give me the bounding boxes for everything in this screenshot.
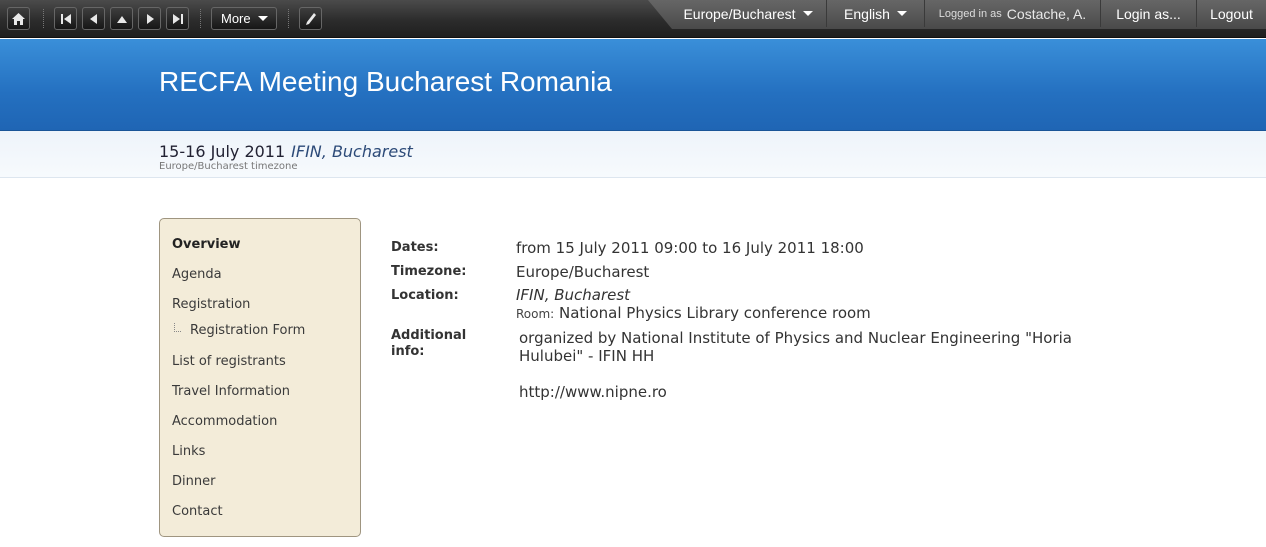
up-icon <box>116 15 127 23</box>
dates-label: Dates: <box>391 240 439 255</box>
event-subheader: 15-16 July 2011 IFIN, Bucharest Europe/Bu… <box>0 131 1266 178</box>
event-website-link[interactable]: http://www.nipne.ro <box>519 383 667 401</box>
menu-item-list-of-registrants[interactable]: List of registrants <box>172 354 286 369</box>
room-value: National Physics Library conference room <box>559 304 871 322</box>
logout-label: Logout <box>1210 5 1253 22</box>
dates-value: from 15 July 2011 09:00 to 16 July 2011 … <box>516 239 864 257</box>
toolbar-separator <box>200 9 201 28</box>
additional-info-text: organized by National Institute of Physi… <box>519 329 1072 365</box>
logout-button[interactable]: Logout <box>1197 0 1266 27</box>
event-place: IFIN, Bucharest <box>291 142 413 161</box>
logged-in-user: Logged in as Costache, A. <box>925 0 1101 27</box>
menu-item-overview[interactable]: Overview <box>172 237 241 252</box>
location-label: Location: <box>391 288 459 303</box>
event-menu: Overview Agenda Registration Registratio… <box>159 218 361 537</box>
top-toolbar: More Europe/Bucharest English Logged in … <box>0 0 1266 38</box>
previous-icon <box>89 13 97 24</box>
timezone-value: Europe/Bucharest <box>516 263 650 281</box>
first-page-icon <box>60 13 71 24</box>
home-icon <box>12 12 25 25</box>
more-button[interactable]: More <box>211 7 277 30</box>
menu-item-registration[interactable]: Registration <box>172 297 250 312</box>
home-button[interactable] <box>7 7 30 30</box>
event-header: RECFA Meeting Bucharest Romania <box>0 39 1266 131</box>
edit-button[interactable] <box>299 7 322 30</box>
chevron-down-icon <box>802 11 813 16</box>
language-selector-label: English <box>844 5 890 22</box>
first-page-button[interactable] <box>54 7 77 30</box>
language-selector[interactable]: English <box>827 0 925 27</box>
page-title: RECFA Meeting Bucharest Romania <box>159 66 612 97</box>
menu-item-agenda[interactable]: Agenda <box>172 267 222 282</box>
submenu-connector <box>174 323 181 332</box>
room-line: Room: National Physics Library conferenc… <box>516 304 871 322</box>
event-date: 15-16 July 2011 <box>159 142 286 161</box>
previous-button[interactable] <box>82 7 105 30</box>
logged-in-username[interactable]: Costache, A. <box>1007 6 1086 22</box>
room-prefix: Room: <box>516 307 555 321</box>
pencil-icon <box>305 12 316 25</box>
timezone-selector[interactable]: Europe/Bucharest <box>670 0 827 27</box>
location-value: IFIN, Bucharest <box>516 286 631 304</box>
timezone-label: Timezone: <box>391 264 467 279</box>
event-date-line: 15-16 July 2011 IFIN, Bucharest <box>159 142 413 161</box>
menu-item-dinner[interactable]: Dinner <box>172 474 215 489</box>
last-page-button[interactable] <box>166 7 189 30</box>
menu-item-links[interactable]: Links <box>172 444 205 459</box>
logged-in-prefix: Logged in as <box>938 7 1002 20</box>
toolbar-separator <box>43 9 44 28</box>
login-as-label: Login as... <box>1116 5 1181 22</box>
next-button[interactable] <box>138 7 161 30</box>
toolbar-separator <box>288 9 289 28</box>
chevron-down-icon <box>896 11 907 16</box>
login-as-button[interactable]: Login as... <box>1101 0 1197 27</box>
next-icon <box>146 13 154 24</box>
up-button[interactable] <box>110 7 133 30</box>
chevron-down-icon <box>257 16 268 21</box>
last-page-icon <box>172 13 183 24</box>
more-button-label: More <box>221 11 251 26</box>
timezone-note: Europe/Bucharest timezone <box>159 161 298 172</box>
menu-item-travel-information[interactable]: Travel Information <box>172 384 290 399</box>
timezone-selector-label: Europe/Bucharest <box>683 5 796 22</box>
menu-item-accommodation[interactable]: Accommodation <box>172 414 277 429</box>
menu-item-registration-form[interactable]: Registration Form <box>190 323 305 338</box>
menu-item-contact[interactable]: Contact <box>172 504 223 519</box>
additional-info-label: Additional info: <box>391 328 467 359</box>
